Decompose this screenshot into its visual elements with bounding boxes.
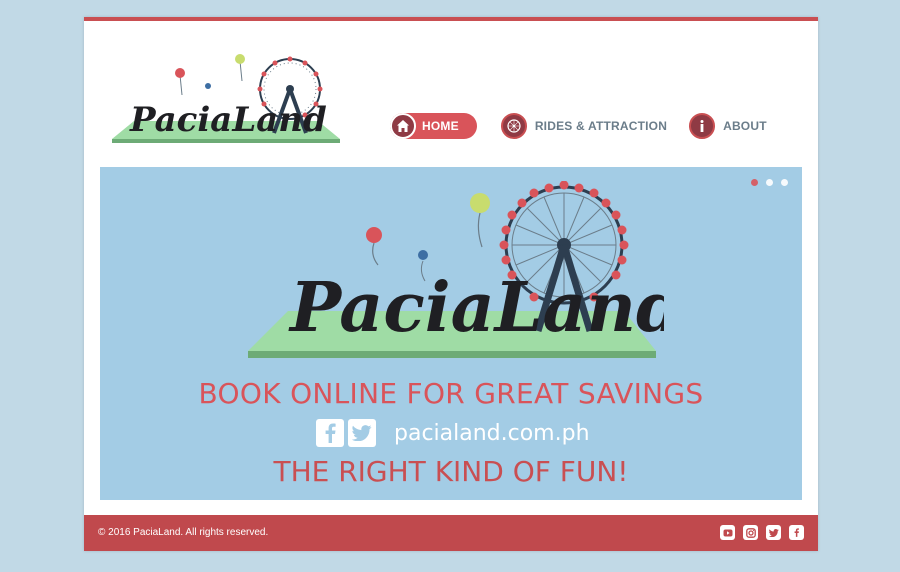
balloon-yellow [470,193,490,213]
slider-dot[interactable] [781,179,788,186]
slider-dot[interactable] [751,179,758,186]
slider-dots [743,179,788,186]
banner-logo: PaciaLand [248,181,664,358]
logo-wordmark: PaciaLand [129,100,327,140]
balloon-string [239,60,243,82]
instagram-icon[interactable] [743,525,758,540]
banner-wordmark: PaciaLand [288,268,664,348]
balloon-string [477,212,483,248]
footer-social [712,525,804,540]
banner-slogan: THE RIGHT KIND OF FUN! [273,455,629,488]
balloon-red [175,68,185,78]
banner-url: pacialand.com.ph [394,420,590,446]
banner-social-row: pacialand.com.ph [316,419,590,447]
slider-dot[interactable] [766,179,773,186]
balloon-blue [418,250,428,260]
facebook-icon[interactable] [789,525,804,540]
main-nav: HOME RIDES & ATTRACTION ABOUT [390,113,789,139]
balloon-yellow [235,54,245,64]
banner-headline: BOOK ONLINE FOR GREAT SAVINGS [198,377,704,410]
twitter-icon [348,419,376,447]
nav-item-home[interactable]: HOME [390,113,477,139]
balloon-string [372,242,379,266]
balloon-string [179,74,183,96]
nav-item-label: ABOUT [723,119,767,133]
page-frame: PaciaLand HOME RIDES & ATTRACTION ABOUT [84,17,818,551]
pacialand-logo[interactable]: PaciaLand [108,51,348,156]
balloon-red [366,227,382,243]
facebook-icon [316,419,344,447]
nav-item-label: RIDES & ATTRACTION [534,119,668,133]
info-icon [689,113,716,139]
balloon-blue [205,83,211,89]
nav-item-rides[interactable]: RIDES & ATTRACTION [500,113,668,139]
nav-item-about[interactable]: ABOUT [689,113,767,139]
banner-grass-edge [248,351,656,358]
twitter-icon[interactable] [766,525,781,540]
home-icon [390,113,416,139]
youtube-icon[interactable] [720,525,735,540]
nav-item-label: HOME [422,119,459,133]
hero-banner: PaciaLand BOOK ONLINE FOR GREAT SAVINGS … [100,167,802,500]
copyright-text: © 2016 PaciaLand. All rights reserved. [98,527,269,538]
page-footer: © 2016 PaciaLand. All rights reserved. [84,515,818,551]
ferris-wheel-icon [500,113,527,139]
